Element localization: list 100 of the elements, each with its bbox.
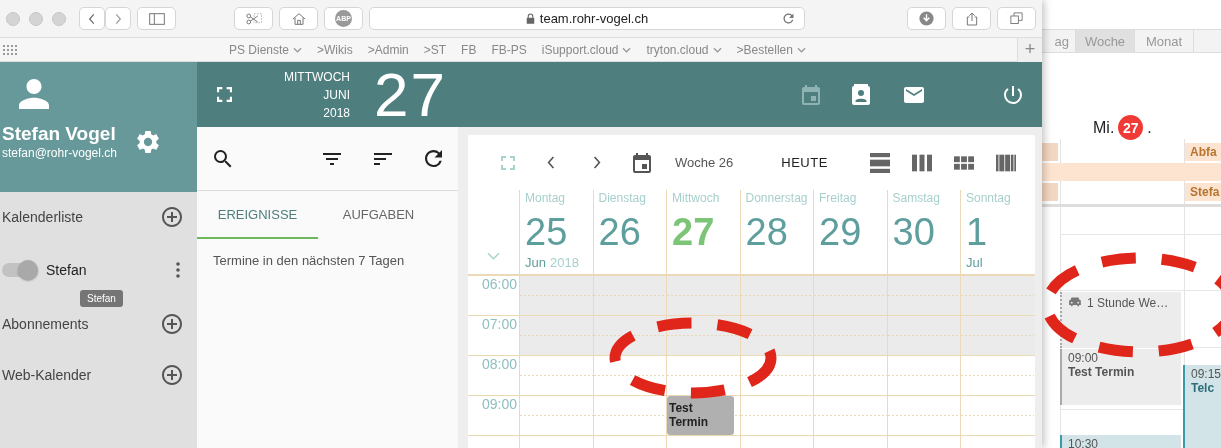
next-icon[interactable]	[593, 156, 601, 169]
view-icon[interactable]	[996, 152, 1016, 173]
date-number[interactable]: 29	[819, 209, 887, 255]
bookmark-link[interactable]: FB	[461, 42, 477, 57]
month-label: Jun	[525, 255, 546, 270]
tooltip: Stefan	[80, 290, 123, 307]
fullscreen-icon[interactable]	[217, 87, 232, 102]
tabs-icon	[1009, 11, 1024, 26]
more-icon[interactable]	[176, 262, 180, 278]
power-icon[interactable]	[1004, 85, 1022, 104]
calendar-name[interactable]: Stefan	[46, 262, 176, 278]
calendar-event[interactable]: 09:15 Telc	[1183, 365, 1221, 448]
new-tab-button[interactable]: +	[1017, 37, 1042, 62]
bookmark-link[interactable]: >Admin	[367, 42, 409, 57]
refresh-icon[interactable]	[425, 150, 442, 167]
bookmark-link[interactable]: FB-PS	[491, 42, 527, 57]
date-number[interactable]: 30	[892, 209, 960, 255]
caret-icon	[293, 46, 303, 53]
date-number[interactable]: 26	[598, 209, 666, 255]
contact-card-icon[interactable]	[851, 83, 871, 106]
user-name: Stefan Vogel	[2, 123, 117, 145]
lock-icon	[525, 13, 535, 24]
bookmark-link[interactable]: PS Dienste	[229, 42, 303, 57]
forward-button[interactable]	[105, 7, 131, 30]
weekday-label: Donnerstag	[745, 191, 809, 205]
section-label: Abonnements	[2, 316, 90, 332]
date-number[interactable]: 28	[745, 209, 813, 255]
calendar-icon[interactable]	[633, 152, 651, 173]
today-button[interactable]: HEUTE	[781, 155, 828, 170]
bookmark-link[interactable]: >Wikis	[317, 42, 353, 57]
travel-event[interactable]: 1 Stunde We…	[1060, 292, 1181, 348]
sidebar-icon	[148, 12, 165, 25]
view-tab[interactable]: Monat	[1135, 30, 1194, 52]
calendar-toggle[interactable]	[2, 263, 36, 277]
window-control[interactable]	[52, 11, 66, 26]
event-time: 09:00	[1068, 351, 1100, 365]
year-label: 2018	[549, 255, 579, 270]
bookmark-link[interactable]: >Bestellen	[736, 42, 806, 57]
sidebar-button[interactable]	[137, 7, 176, 30]
home-button[interactable]	[279, 7, 318, 30]
event-time: 10:30	[1068, 437, 1100, 448]
add-icon[interactable]	[162, 314, 182, 334]
day-suffix: .	[1147, 118, 1152, 137]
calendar-event[interactable]: 10:30	[1060, 435, 1181, 448]
view-icon[interactable]	[870, 152, 890, 173]
list-tab[interactable]: EREIGNISSE	[197, 191, 318, 239]
time-slot[interactable]	[592, 356, 666, 395]
car-icon	[1068, 296, 1082, 307]
tabs-button[interactable]	[997, 7, 1036, 30]
list-tab[interactable]: AUFGABEN	[318, 191, 439, 239]
settings-icon[interactable]	[136, 130, 159, 153]
weekday-label: Montag	[525, 191, 567, 205]
previous-icon[interactable]	[547, 156, 555, 169]
month-label: Jul	[966, 255, 983, 270]
time-slot[interactable]	[666, 356, 740, 395]
window-control[interactable]	[29, 11, 43, 26]
add-icon[interactable]	[162, 365, 182, 385]
event-title: Test Termin	[1068, 365, 1136, 379]
time-label: 07:00	[468, 316, 519, 355]
address-field[interactable]: team.rohr-vogel.ch	[369, 7, 805, 30]
sort-icon[interactable]	[374, 152, 392, 165]
caret-icon	[712, 46, 722, 53]
time-slot[interactable]	[666, 316, 740, 355]
weekday-label: Samstag	[892, 191, 941, 205]
time-slot[interactable]	[739, 316, 813, 355]
mail-icon[interactable]	[904, 86, 924, 103]
filter-icon[interactable]	[323, 152, 341, 165]
year-label: 2018	[323, 104, 350, 122]
weekday-label: Mittwoch	[672, 191, 721, 205]
back-button[interactable]	[79, 7, 105, 30]
all-day-event[interactable]: Stefa	[1185, 183, 1221, 201]
grid-icon[interactable]	[3, 44, 17, 55]
bookmark-link[interactable]: >ST	[423, 42, 447, 57]
calendar-event[interactable]: 09:00 Test Termin	[1060, 349, 1181, 405]
reload-icon[interactable]	[781, 11, 796, 26]
scissors-icon	[244, 11, 263, 26]
caret-icon	[796, 46, 806, 53]
view-icon[interactable]	[912, 152, 932, 173]
all-day-event	[1042, 183, 1058, 201]
clip-button[interactable]	[234, 7, 273, 30]
time-slot[interactable]	[739, 356, 813, 395]
date-number[interactable]: 1	[966, 209, 1034, 255]
time-slot[interactable]	[592, 316, 666, 355]
view-tab[interactable]: Woche	[1076, 30, 1135, 52]
bookmark-link[interactable]: iSupport.cloud	[541, 42, 632, 57]
share-button[interactable]	[952, 7, 991, 30]
window-control[interactable]	[6, 11, 20, 26]
home-icon	[290, 10, 307, 27]
add-icon[interactable]	[162, 207, 182, 227]
search-icon[interactable]	[214, 149, 232, 168]
section-label: Web-Kalender	[2, 367, 93, 383]
month-label: JUNI	[323, 86, 350, 104]
date-number[interactable]: 27	[672, 209, 740, 255]
all-day-event[interactable]: Abfa	[1185, 143, 1221, 161]
collapse-icon[interactable]	[487, 252, 500, 260]
date-number[interactable]: 25	[525, 209, 593, 255]
download-button[interactable]	[907, 7, 946, 30]
bookmark-link[interactable]: tryton.cloud	[646, 42, 722, 57]
weekday-label: Freitag	[819, 191, 858, 205]
weekday-label: Dienstag	[598, 191, 647, 205]
